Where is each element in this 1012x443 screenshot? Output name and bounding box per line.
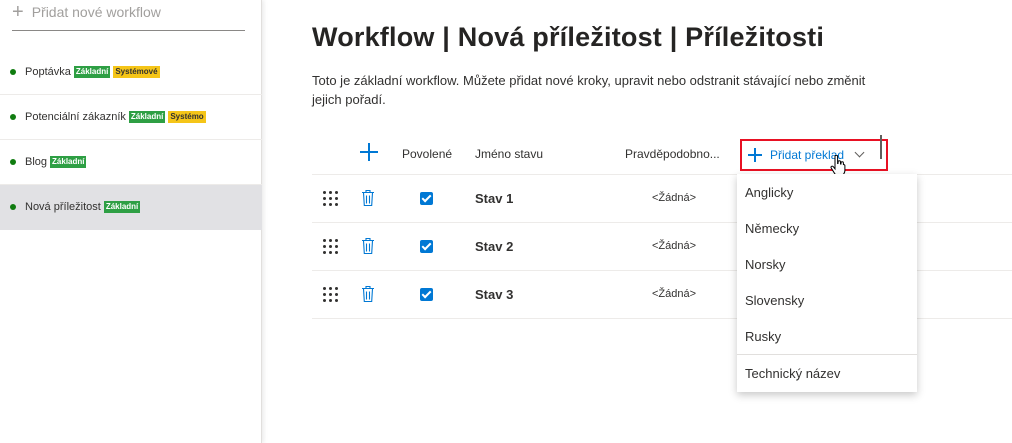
add-workflow-button[interactable]: + Přidat nové workflow (12, 0, 245, 31)
status-dot (10, 114, 16, 120)
dropdown-item-russian[interactable]: Rusky (737, 318, 917, 354)
table-header: Povolené Jméno stavu Pravděpodobno... Př… (312, 133, 1012, 177)
trash-icon[interactable] (361, 237, 375, 255)
status-dot (10, 204, 16, 210)
add-translation-button[interactable]: Přidat překlad (740, 139, 888, 171)
header-state-name: Jméno stavu (475, 147, 544, 161)
dropdown-item-technical-name[interactable]: Technický název (737, 355, 917, 391)
trash-icon[interactable] (361, 189, 375, 207)
add-workflow-label: Přidat nové workflow (31, 4, 161, 20)
sidebar-item-blog[interactable]: Blog Základní (0, 140, 262, 185)
state-name: Stav 3 (475, 287, 514, 302)
plus-icon (748, 148, 762, 162)
trash-icon[interactable] (361, 285, 375, 303)
badge-system: Systémové (113, 66, 160, 78)
badge-basic: Základní (103, 201, 141, 213)
drag-handle-icon[interactable] (323, 239, 339, 255)
drag-handle-icon[interactable] (323, 191, 339, 207)
state-name: Stav 2 (475, 239, 514, 254)
badge-basic: Základní (73, 66, 111, 78)
header-enabled: Povolené (402, 147, 453, 161)
enabled-checkbox[interactable] (420, 192, 433, 205)
header-probability[interactable]: Pravděpodobno... (625, 147, 720, 161)
sidebar-item-label: Poptávka (25, 66, 71, 78)
dropdown-item-norwegian[interactable]: Norsky (737, 246, 917, 282)
badge-basic: Základní (128, 111, 166, 123)
status-dot (10, 159, 16, 165)
sidebar-item-poptavka[interactable]: Poptávka Základní Systémové (0, 50, 262, 95)
drag-handle-icon[interactable] (323, 287, 339, 303)
page-title: Workflow | Nová příležitost | Příležitos… (312, 22, 825, 52)
state-name: Stav 1 (475, 191, 514, 206)
status-dot (10, 69, 16, 75)
state-probability[interactable]: <Žádná> (652, 288, 696, 300)
sidebar-item-label: Potenciální zákazník (25, 111, 126, 123)
sidebar-item-label: Nová příležitost (25, 201, 101, 213)
dropdown-item-slovak[interactable]: Slovensky (737, 282, 917, 318)
sidebar-item-nova-prilezitost[interactable]: Nová příležitost Základní (0, 185, 262, 230)
workflow-sidebar: + Přidat nové workflow Poptávka Základní… (0, 0, 262, 443)
dropdown-item-german[interactable]: Německy (737, 210, 917, 246)
state-probability[interactable]: <Žádná> (652, 192, 696, 204)
badge-basic: Základní (50, 156, 87, 168)
translation-dropdown: Anglicky Německy Norsky Slovensky Rusky … (737, 174, 917, 392)
chevron-down-icon (854, 147, 865, 158)
enabled-checkbox[interactable] (420, 288, 433, 301)
badge-system: Systémo (168, 111, 206, 123)
state-probability[interactable]: <Žádná> (652, 240, 696, 252)
column-resize-handle[interactable] (880, 135, 882, 159)
enabled-checkbox[interactable] (420, 240, 433, 253)
sidebar-item-potencialni-zakaznik[interactable]: Potenciální zákazník Základní Systémo (0, 95, 262, 140)
dropdown-item-english[interactable]: Anglicky (737, 174, 917, 210)
plus-icon: + (12, 1, 24, 23)
page-description: Toto je základní workflow. Můžete přidat… (312, 73, 866, 107)
workflow-list: Poptávka Základní Systémové Potenciální … (0, 50, 262, 230)
sidebar-item-label: Blog (25, 156, 48, 168)
add-state-plus-icon[interactable] (360, 143, 378, 161)
